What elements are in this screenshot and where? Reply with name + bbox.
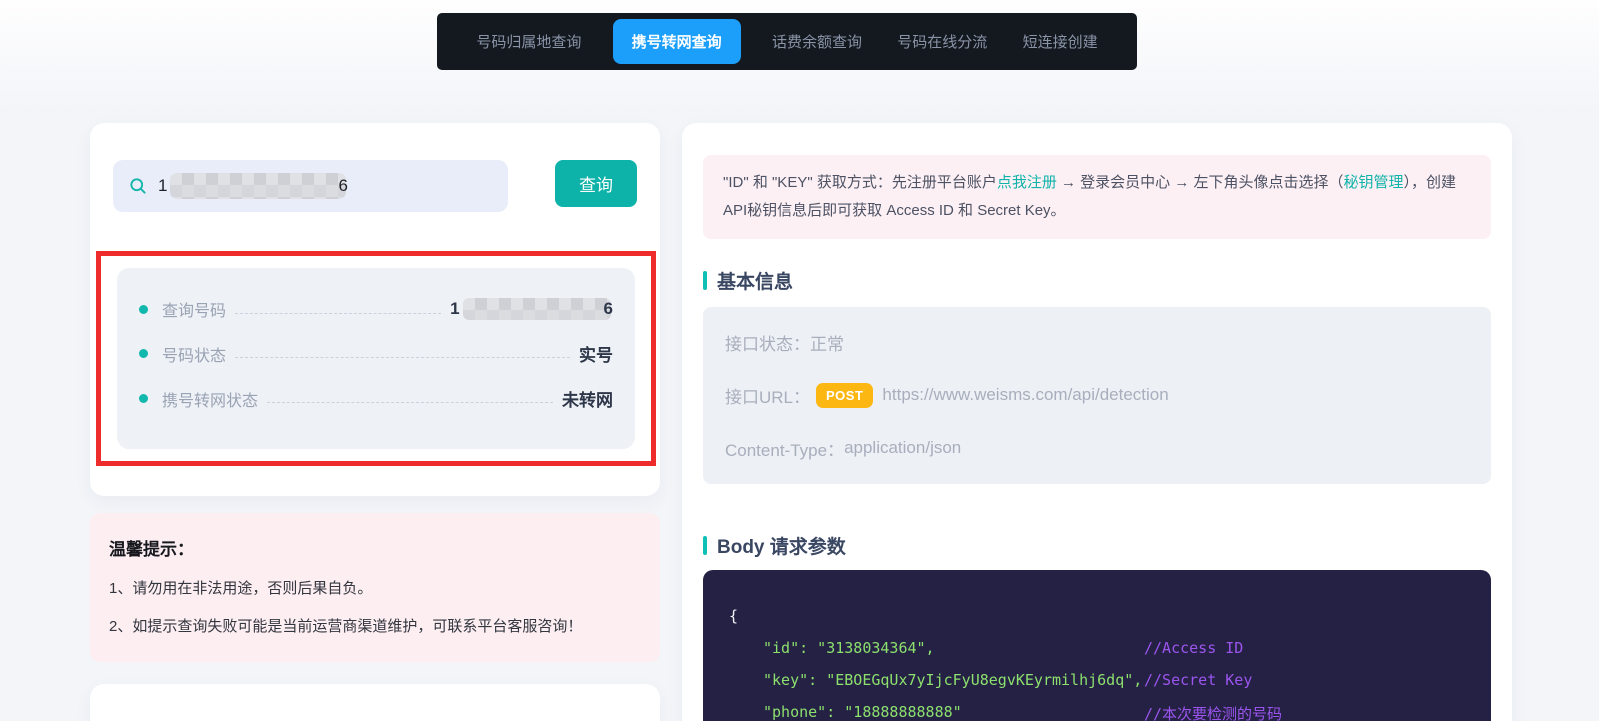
request-body-code-block: { "id": "3138034364",//Access ID "key": … xyxy=(703,570,1491,721)
code-line-key: "key": "EBOEGqUx7yIjcFyU8egvKEyrmilhj6dq… xyxy=(729,664,1465,696)
result-value-phone: 16 xyxy=(450,298,613,320)
code-line-id: "id": "3138034364",//Access ID xyxy=(729,632,1465,664)
result-row-port-status: 携号转网状态 未转网 xyxy=(139,376,613,421)
tab-number-location-query[interactable]: 号码归属地查询 xyxy=(472,25,585,58)
api-url-value: https://www.weisms.com/api/detection xyxy=(882,385,1168,405)
dotted-leader xyxy=(235,313,441,314)
body-params-section-title: Body 请求参数 xyxy=(703,532,1491,559)
section-title-text: 基本信息 xyxy=(717,267,793,294)
section-accent-bar xyxy=(703,271,707,290)
section-title-text: Body 请求参数 xyxy=(717,532,846,559)
api-url-line: 接口URL： POST https://www.weisms.com/api/d… xyxy=(725,369,1469,422)
post-method-badge: POST xyxy=(816,383,873,408)
register-link[interactable]: 点我注册 xyxy=(997,174,1057,191)
query-card: 16 查询 查询号码 16 号码状态 实号 xyxy=(90,123,660,496)
result-label: 查询号码 xyxy=(162,297,226,321)
query-result-box: 查询号码 16 号码状态 实号 携号转网状态 未转网 xyxy=(117,268,635,449)
masked-digits-blur xyxy=(170,173,346,199)
credentials-notice: "ID" 和 "KEY" 获取方式：先注册平台账户点我注册 → 登录会员中心 →… xyxy=(703,155,1491,239)
tips-item: 2、如提示查询失败可能是当前运营商渠道维护，可联系平台客服咨询！ xyxy=(109,615,641,636)
result-highlight-annotation: 查询号码 16 号码状态 实号 携号转网状态 未转网 xyxy=(96,251,656,466)
result-row-number-status: 号码状态 实号 xyxy=(139,331,613,376)
query-button[interactable]: 查询 xyxy=(555,160,637,207)
phone-search-input[interactable]: 16 xyxy=(113,160,508,212)
dotted-leader xyxy=(267,402,553,403)
tab-carrier-port-query[interactable]: 携号转网查询 xyxy=(613,19,741,64)
masked-digits-blur xyxy=(463,298,611,320)
tips-title: 温馨提示： xyxy=(109,535,641,560)
key-manage-link[interactable]: 秘钥管理 xyxy=(1344,174,1404,191)
result-label: 号码状态 xyxy=(162,342,226,366)
result-label: 携号转网状态 xyxy=(162,387,258,411)
basic-info-section-title: 基本信息 xyxy=(703,267,1491,294)
api-usage-card: API接口总调用：8455 次 xyxy=(90,684,660,721)
result-row-phone: 查询号码 16 xyxy=(139,287,613,331)
result-value-port-status: 未转网 xyxy=(562,386,613,411)
api-doc-panel: "ID" 和 "KEY" 获取方式：先注册平台账户点我注册 → 登录会员中心 →… xyxy=(682,123,1512,721)
section-accent-bar xyxy=(703,536,707,555)
dotted-leader xyxy=(235,357,570,358)
content-type-value: application/json xyxy=(844,438,961,458)
result-value-number-status: 实号 xyxy=(579,341,613,366)
bullet-dot-icon xyxy=(139,305,148,314)
search-icon xyxy=(128,176,148,196)
search-row: 16 查询 xyxy=(113,160,637,212)
basic-info-box: 接口状态：正常 接口URL： POST https://www.weisms.c… xyxy=(703,307,1491,484)
code-line-open-brace: { xyxy=(729,600,1465,632)
top-nav: 号码归属地查询 携号转网查询 话费余额查询 号码在线分流 短连接创建 xyxy=(437,13,1137,70)
tips-item: 1、请勿用在非法用途，否则后果自负。 xyxy=(109,577,641,598)
api-status-line: 接口状态：正常 xyxy=(725,316,1469,369)
search-input-value: 16 xyxy=(158,173,348,199)
left-column: 16 查询 查询号码 16 号码状态 实号 xyxy=(90,123,660,721)
tab-number-online-split[interactable]: 号码在线分流 xyxy=(893,25,991,58)
api-status-value: 正常 xyxy=(810,330,844,355)
content-type-line: Content-Type：application/json xyxy=(725,422,1469,475)
bullet-dot-icon xyxy=(139,349,148,358)
bullet-dot-icon xyxy=(139,394,148,403)
code-line-phone: "phone": "18888888888"//本次要检测的号码 xyxy=(729,696,1465,721)
tips-card: 温馨提示： 1、请勿用在非法用途，否则后果自负。 2、如提示查询失败可能是当前运… xyxy=(90,513,660,662)
tab-balance-query[interactable]: 话费余额查询 xyxy=(768,25,866,58)
tab-short-link-create[interactable]: 短连接创建 xyxy=(1019,25,1102,58)
